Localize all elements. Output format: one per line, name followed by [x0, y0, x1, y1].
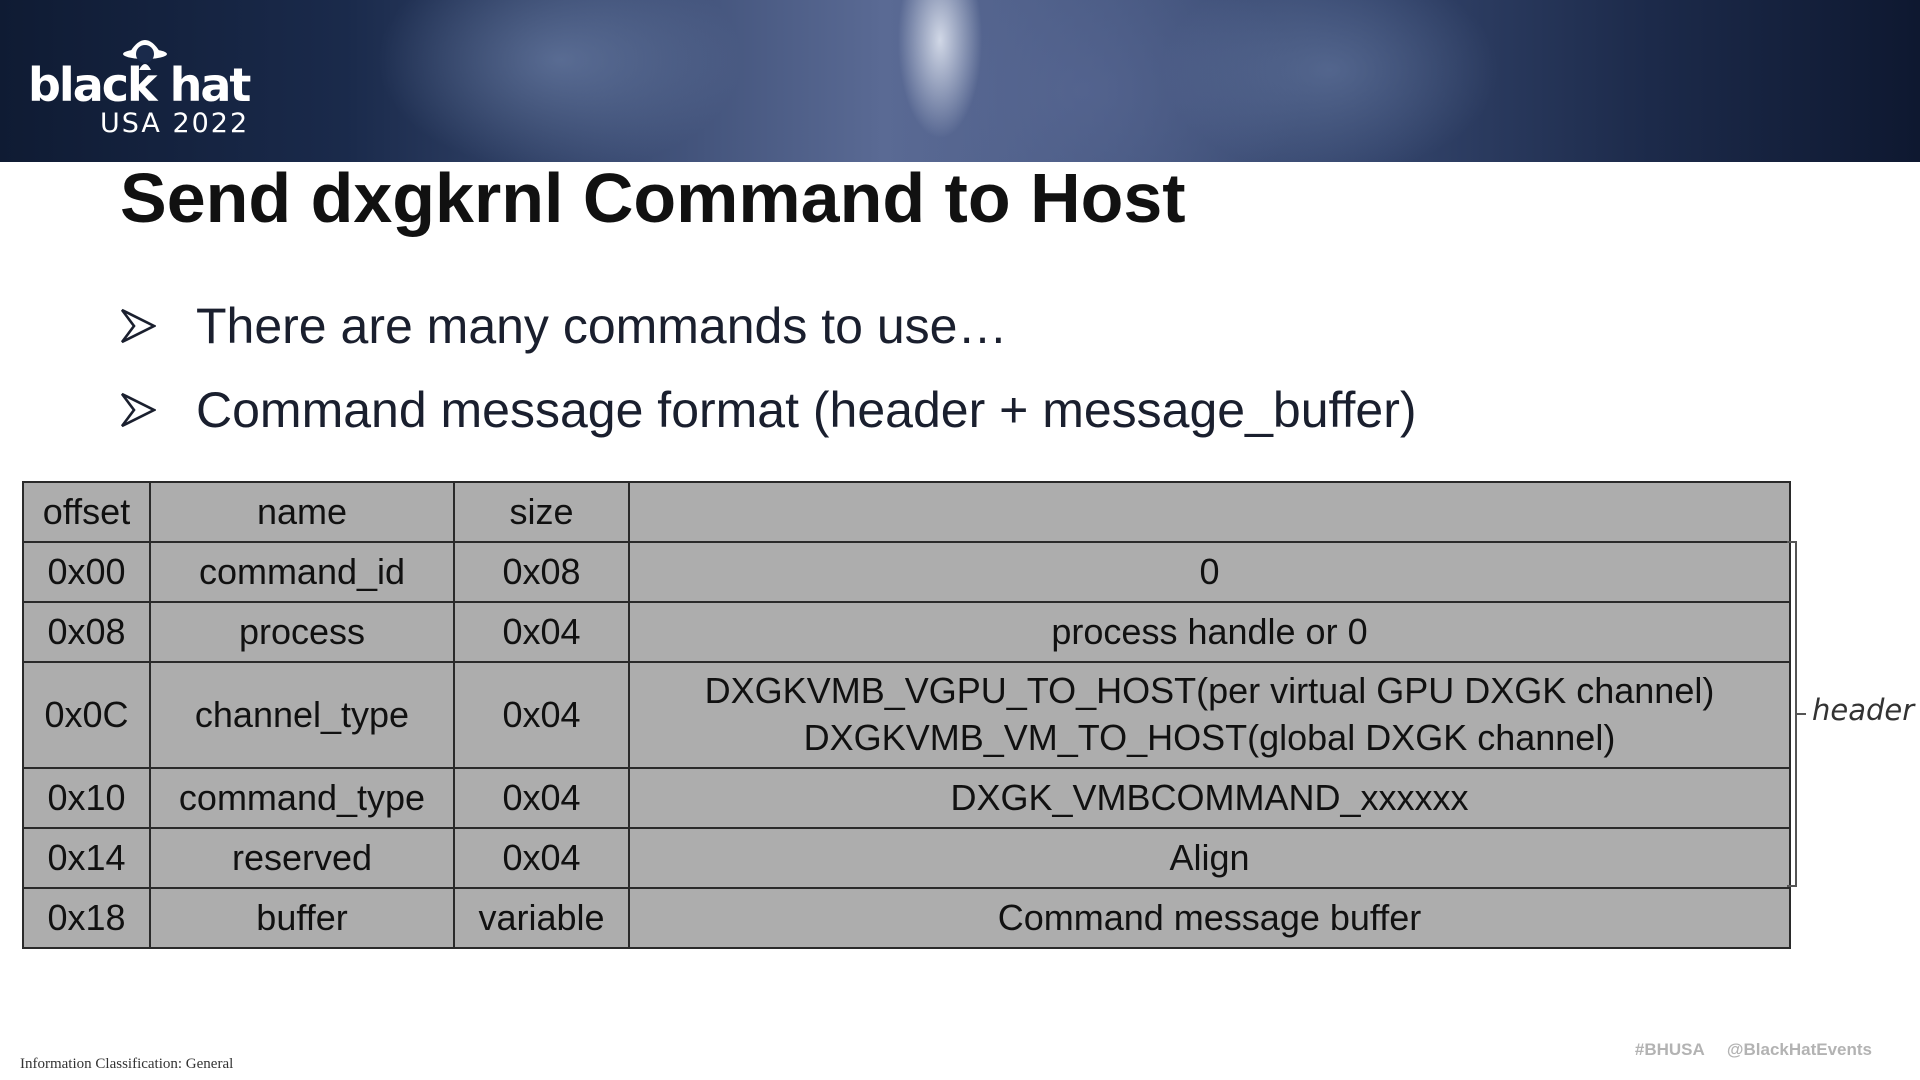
social-handle: @BlackHatEvents [1726, 1040, 1872, 1059]
cell-size: 0x04 [453, 767, 630, 829]
cell-description: Align [628, 827, 1791, 889]
cell-offset: 0x14 [22, 827, 151, 889]
command-format-table: offset name size 0x00 command_id 0x08 0 … [22, 481, 1791, 949]
bullet-text: Command message format (header + message… [196, 382, 1417, 438]
cell-name: channel_type [149, 661, 455, 769]
cell-description: Command message buffer [628, 887, 1791, 949]
cell-description-line: DXGKVMB_VGPU_TO_HOST(per virtual GPU DXG… [704, 670, 1715, 712]
logo-event-name: USA 2022 [100, 108, 250, 139]
cell-name: command_id [149, 541, 455, 603]
cell-size: 0x08 [453, 541, 630, 603]
cell-description: process handle or 0 [628, 601, 1791, 663]
cell-offset: 0x0C [22, 661, 151, 769]
bullet-text: There are many commands to use… [196, 298, 1008, 354]
table-row: 0x00 command_id 0x08 0 [22, 541, 1791, 603]
arrowhead-bullet-icon [120, 308, 156, 344]
table-row: 0x10 command_type 0x04 DXGK_VMBCOMMAND_x… [22, 767, 1791, 829]
table-row: 0x14 reserved 0x04 Align [22, 827, 1791, 889]
column-header-description [628, 481, 1791, 543]
cell-size: 0x04 [453, 827, 630, 889]
column-header-name: name [149, 481, 455, 543]
column-header-offset: offset [22, 481, 151, 543]
bullet-item: Command message format (header + message… [120, 368, 1417, 452]
bullet-list: There are many commands to use… Command … [120, 284, 1417, 452]
cell-offset: 0x18 [22, 887, 151, 949]
cell-size: 0x04 [453, 601, 630, 663]
cell-name: process [149, 601, 455, 663]
classification-label: Information Classification: General [20, 1056, 234, 1072]
cell-description-line: DXGKVMB_VM_TO_HOST(global DXGK channel) [803, 717, 1616, 758]
cell-description: DXGK_VMBCOMMAND_xxxxxx [628, 767, 1791, 829]
cell-offset: 0x08 [22, 601, 151, 663]
cell-name: reserved [149, 827, 455, 889]
cell-name: command_type [149, 767, 455, 829]
cell-size: variable [453, 887, 630, 949]
table-row: 0x18 buffer variable Command message buf… [22, 887, 1791, 949]
column-header-size: size [453, 481, 630, 543]
bullet-item: There are many commands to use… [120, 284, 1417, 368]
cell-offset: 0x10 [22, 767, 151, 829]
header-bracket [1787, 541, 1806, 887]
header-label: header [1812, 693, 1915, 727]
arrowhead-bullet-icon [120, 392, 156, 428]
page-title: Send dxgkrnl Command to Host [120, 159, 1186, 237]
cell-offset: 0x00 [22, 541, 151, 603]
hashtag-label: #BHUSA [1634, 1040, 1705, 1059]
cell-description: DXGKVMB_VGPU_TO_HOST(per virtual GPU DXG… [628, 661, 1791, 769]
cell-size: 0x04 [453, 661, 630, 769]
table-header-row: offset name size [22, 481, 1791, 543]
cell-description: 0 [628, 541, 1791, 603]
logo-wordmark: black hat [28, 58, 251, 112]
header-banner: black hat USA 2022 [0, 0, 1920, 162]
table-row: 0x08 process 0x04 process handle or 0 [22, 601, 1791, 663]
blackhat-logo: black hat USA 2022 [28, 30, 308, 140]
table-row: 0x0C channel_type 0x04 DXGKVMB_VGPU_TO_H… [22, 661, 1791, 769]
slide: black hat USA 2022 Send dxgkrnl Command … [0, 0, 1920, 1080]
footer-social: #BHUSA @BlackHatEvents [1635, 1040, 1872, 1060]
cell-name: buffer [149, 887, 455, 949]
